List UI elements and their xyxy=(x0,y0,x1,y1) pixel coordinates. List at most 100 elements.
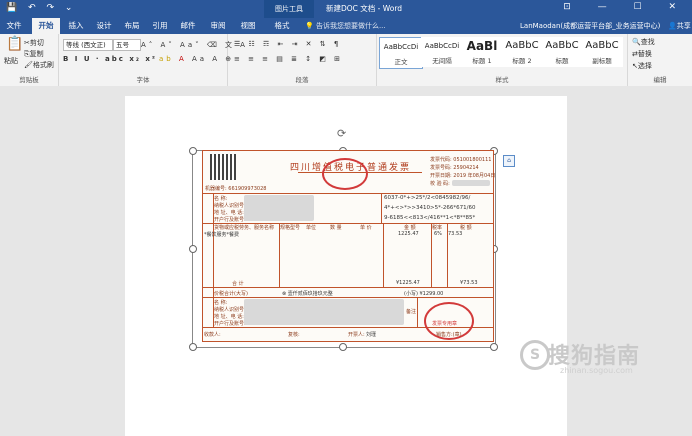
seller-bank-label: 开户行及账号: xyxy=(214,321,246,327)
sogou-logo-icon: S xyxy=(520,340,550,370)
paste-icon[interactable]: 📋 xyxy=(6,36,23,52)
style-heading-2[interactable]: AaBbC 标题 2 xyxy=(501,37,543,67)
tab-format[interactable]: 格式 xyxy=(270,18,294,34)
invoice-line xyxy=(203,193,493,194)
cut-button[interactable]: ✂剪切 xyxy=(24,38,44,48)
invoice-line xyxy=(431,223,432,287)
resize-handle-sw[interactable] xyxy=(189,343,197,351)
payee-label: 收款人: xyxy=(204,332,221,338)
spec-header: 规格型号 xyxy=(280,225,301,231)
seller-seal-label: 销售方:(章) xyxy=(436,332,462,338)
reviewer-label: 复核: xyxy=(288,332,300,338)
tell-me-search[interactable]: 💡 告诉我您想要做什么... xyxy=(305,18,386,34)
user-account[interactable]: LanMaodan(成都运营平台部_业务运营中心) xyxy=(520,18,660,34)
tab-layout[interactable]: 布局 xyxy=(120,18,144,34)
resize-handle-s[interactable] xyxy=(339,343,347,351)
copy-button[interactable]: ⎘复制 xyxy=(24,49,44,59)
font-group: 等线 (西文正) 五号 A˄ A˅ Aa˅ ⌫ 文 A B I U · abc … xyxy=(59,34,245,86)
seller-address-label: 地 址、电 话: xyxy=(214,314,244,320)
style-normal[interactable]: AaBbCcDi 正文 xyxy=(379,37,423,69)
font-color-icon: A xyxy=(178,55,187,63)
remark-label: 备注 xyxy=(406,309,417,315)
redacted-buyer-info xyxy=(244,195,314,221)
cipher-line-1: 6037-0*+>25*/2<0845982/96/ xyxy=(384,195,471,201)
invoice-check-code: 校 验 码: xyxy=(430,181,450,187)
select-label: 选择 xyxy=(637,62,652,70)
total-label: 价税合计(大写) xyxy=(214,291,248,297)
cipher-line-2: 4*+<>*>>3410>5*-266*671/60 xyxy=(384,205,476,211)
tax-bureau-seal xyxy=(322,158,368,190)
editing-group: 🔍查找 ⇄替换 ↖选择 编辑 xyxy=(628,34,692,86)
quick-access-toolbar[interactable]: 💾 ↶ ↷ ⌄ xyxy=(6,3,76,13)
tell-me-text: 告诉我您想要做什么... xyxy=(315,22,386,30)
invoice-line xyxy=(417,297,418,327)
style-subtitle[interactable]: AaBbC 副标题 xyxy=(581,37,623,67)
total-in-figures: (小写) ¥1299.00 xyxy=(404,291,444,297)
amount-header: 金 额 xyxy=(404,225,416,231)
invoice-line xyxy=(203,297,493,298)
styles-group: AaBbCcDi 正文 AaBbCcDi 无间隔 AaBl 标题 1 AaBbC 标题 … xyxy=(377,34,628,86)
align-buttons[interactable]: ≡ ≡ ≡ ▤ ≣ ↕ ◩ ⊞ xyxy=(234,55,343,63)
style-preview: AaBbC xyxy=(505,40,539,51)
style-name: 标题 xyxy=(555,57,569,65)
brush-icon: 🖌 xyxy=(24,61,33,69)
layout-options-icon[interactable]: ⌂ xyxy=(503,155,515,167)
person-icon: 👤 xyxy=(668,22,677,30)
tab-view[interactable]: 视图 xyxy=(236,18,260,34)
font-color-buttons[interactable]: ab A Aa A ⊕ xyxy=(159,55,234,63)
style-name: 标题 2 xyxy=(512,57,532,65)
highlight-icon: ab xyxy=(159,55,174,63)
tab-design[interactable]: 设计 xyxy=(92,18,116,34)
item-name-header: 货物或应税劳务、服务名称 xyxy=(214,225,275,231)
seller-id-label: 纳税人识别号: xyxy=(214,307,246,313)
invoice-code: 发票代码: 051001800111 xyxy=(430,157,492,163)
style-name: 无间隔 xyxy=(432,57,452,65)
price-header: 单 价 xyxy=(360,225,372,231)
find-button[interactable]: 🔍查找 xyxy=(632,37,655,47)
item-1-rate: 6% xyxy=(434,231,442,237)
tab-references[interactable]: 引用 xyxy=(148,18,172,34)
resize-handle-w[interactable] xyxy=(189,245,197,253)
invoice-line xyxy=(203,287,493,288)
style-title[interactable]: AaBbC 标题 xyxy=(541,37,583,67)
select-button[interactable]: ↖选择 xyxy=(632,61,652,71)
tab-mailings[interactable]: 邮件 xyxy=(176,18,200,34)
clipboard-group: 📋 粘贴 ✂剪切 ⎘复制 🖌格式刷 剪贴板 xyxy=(0,34,59,86)
format-painter-label: 格式刷 xyxy=(32,61,54,69)
style-no-spacing[interactable]: AaBbCcDi 无间隔 xyxy=(421,37,463,67)
replace-button[interactable]: ⇄替换 xyxy=(632,49,652,59)
style-preview: AaBl xyxy=(466,39,498,53)
find-label: 查找 xyxy=(640,38,655,46)
window-controls[interactable]: ⊡ — ☐ ✕ xyxy=(563,2,688,12)
item-1-tax: 73.53 xyxy=(448,231,463,237)
invoice-line xyxy=(383,223,384,287)
tab-home[interactable]: 开始 xyxy=(32,18,60,34)
paste-button[interactable]: 粘贴 xyxy=(4,56,18,66)
rotate-handle-icon[interactable]: ⟳ xyxy=(337,127,346,140)
font-name-select[interactable]: 等线 (西文正) xyxy=(63,39,113,51)
total-in-words: ⊗ 壹仟贰佰玖拾玖元整 xyxy=(282,291,333,297)
style-heading-1[interactable]: AaBl 标题 1 xyxy=(461,37,503,67)
style-name: 标题 1 xyxy=(472,57,492,65)
share-button[interactable]: 👤共享 xyxy=(668,18,691,34)
tab-review[interactable]: 审阅 xyxy=(206,18,230,34)
tax-rate-header: 税率 xyxy=(432,225,443,231)
font-format-buttons[interactable]: B I U · abc x₂ x² xyxy=(63,55,157,63)
format-painter-button[interactable]: 🖌格式刷 xyxy=(24,60,54,70)
paragraph-group: ☰ ☷ ☶ ⇤ ⇥ ✕ ⇅ ¶ ≡ ≡ ≡ ▤ ≣ ↕ ◩ ⊞ 段落 xyxy=(228,34,377,86)
font-size-select[interactable]: 五号 xyxy=(113,39,141,51)
buyer-address-label: 地 址、电 话: xyxy=(214,210,244,216)
style-preview: AaBbC xyxy=(585,40,619,51)
ribbon: 📋 粘贴 ✂剪切 ⎘复制 🖌格式刷 剪贴板 等线 (西文正) 五号 A˄ A˅ … xyxy=(0,34,692,87)
tab-insert[interactable]: 插入 xyxy=(64,18,88,34)
buyer-bank-label: 开户行及账号: xyxy=(214,217,246,223)
replace-label: 替换 xyxy=(637,50,652,58)
share-label: 共享 xyxy=(676,22,691,30)
resize-handle-se[interactable] xyxy=(490,343,498,351)
ribbon-tab-bar: 文件 开始 插入 设计 布局 引用 邮件 审阅 视图 格式 💡 告诉我您想要做什… xyxy=(0,18,692,34)
redacted-text xyxy=(452,180,490,186)
buyer-name-label: 名 称: xyxy=(214,196,228,202)
list-buttons[interactable]: ☰ ☷ ☶ ⇤ ⇥ ✕ ⇅ ¶ xyxy=(234,40,341,48)
tab-file[interactable]: 文件 xyxy=(2,18,26,34)
resize-handle-nw[interactable] xyxy=(189,147,197,155)
